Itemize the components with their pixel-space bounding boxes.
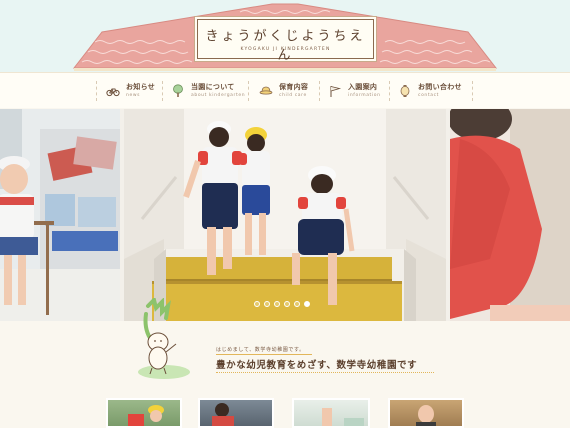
lantern-icon xyxy=(400,85,410,97)
slider-pagination xyxy=(254,301,310,307)
flag-icon xyxy=(330,86,342,97)
site-logo-plate[interactable]: きょうがくじようちえん KYOGAKU JI KINDERGARTEN xyxy=(197,19,374,63)
nav-item-news[interactable]: お知らせ news xyxy=(106,78,155,104)
nav-label: お問い合わせ xyxy=(418,83,462,91)
slide-next[interactable] xyxy=(450,109,570,321)
intro-greeting-underline xyxy=(216,354,312,355)
thumbnail-image xyxy=(212,403,234,426)
thumbnail-image xyxy=(128,405,164,426)
intro-section xyxy=(0,321,570,428)
nav-label: 入園案内 xyxy=(348,83,378,91)
nav-separator xyxy=(96,81,97,101)
bicycle-icon xyxy=(106,88,120,97)
nav-label: 当園について xyxy=(191,83,235,91)
slider-dot[interactable] xyxy=(274,301,280,307)
nav-separator xyxy=(319,81,320,101)
nav-item-about[interactable]: 当園について about kindergarten xyxy=(171,78,245,104)
nav-label: 保育内容 xyxy=(279,83,309,91)
nav-item-childcare[interactable]: 保育内容 child care xyxy=(259,78,308,104)
slider-dot[interactable] xyxy=(284,301,290,307)
nav-separator xyxy=(162,81,163,101)
site-title: きょうがくじようちえん xyxy=(205,29,366,63)
slider-dot[interactable] xyxy=(294,301,300,307)
nav-separator xyxy=(472,81,473,101)
nav-item-contact[interactable]: お問い合わせ contact xyxy=(398,78,462,104)
thumbnail-image xyxy=(416,405,436,426)
slide-image-child-sitting xyxy=(0,109,120,321)
hat-icon xyxy=(259,86,273,95)
nav-separator xyxy=(248,81,249,101)
thumbnail-card[interactable] xyxy=(198,398,274,428)
mascot-illustration xyxy=(138,298,190,379)
nav-sublabel: about kindergarten xyxy=(191,93,246,98)
nav-sublabel: child care xyxy=(279,93,307,98)
site-subtitle: KYOGAKU JI KINDERGARTEN xyxy=(240,47,331,52)
nav-sublabel: contact xyxy=(418,93,440,98)
intro-headline: 豊かな幼児教育をめざす、数学寺幼稚園です xyxy=(216,360,418,371)
slider-dot-active[interactable] xyxy=(304,301,310,307)
intro-greeting: はじめまして、数学寺幼稚園です。 xyxy=(216,347,305,353)
slide-current[interactable] xyxy=(124,109,446,321)
thumbnail-card[interactable] xyxy=(388,398,464,428)
hero-slider[interactable] xyxy=(0,109,570,321)
thumbnail-card[interactable] xyxy=(106,398,182,428)
nav-sublabel: news xyxy=(126,93,141,98)
slide-image-child-closeup xyxy=(450,109,570,321)
nav-item-information[interactable]: 入園案内 information xyxy=(328,78,381,104)
nav-sublabel: information xyxy=(348,93,381,98)
slide-image-children-stairs xyxy=(124,109,446,321)
thumbnail-card[interactable] xyxy=(292,398,370,428)
main-nav: お知らせ news 当園について about kindergarten 保育内容… xyxy=(0,72,570,108)
intro-headline-underline xyxy=(216,372,434,373)
thumbnail-image xyxy=(322,408,364,426)
slider-dot[interactable] xyxy=(254,301,260,307)
slide-previous[interactable] xyxy=(0,109,120,321)
nav-label: お知らせ xyxy=(126,83,156,91)
slider-dot[interactable] xyxy=(264,301,270,307)
tree-icon xyxy=(173,84,183,97)
nav-separator xyxy=(389,81,390,101)
